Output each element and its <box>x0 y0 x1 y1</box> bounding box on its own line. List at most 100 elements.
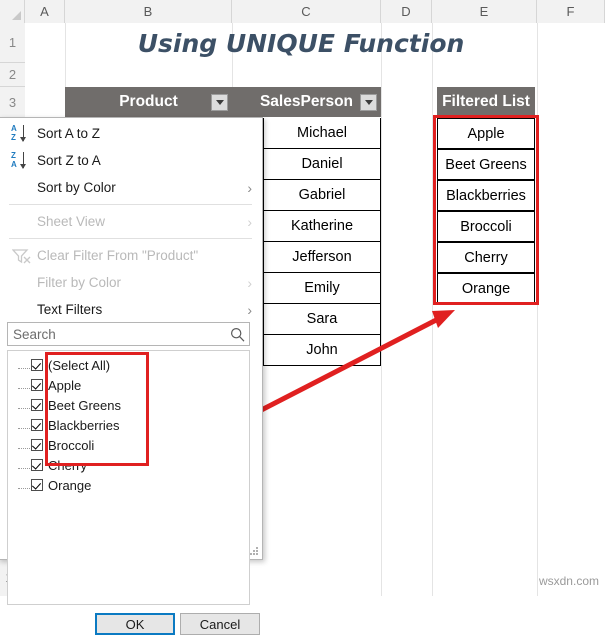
column-header-b[interactable]: B <box>65 0 232 23</box>
checkbox-row-cherry[interactable]: Cherry <box>8 455 249 475</box>
checkbox-label: Cherry <box>48 457 88 473</box>
list-item[interactable]: Beet Greens <box>437 149 535 180</box>
search-input[interactable] <box>8 325 225 343</box>
select-all-corner[interactable] <box>0 0 25 23</box>
menu-item-text-filters[interactable]: Text Filters › <box>0 296 262 323</box>
checkbox-icon[interactable] <box>31 439 43 451</box>
gridline-e-f <box>537 23 538 596</box>
checkbox-icon[interactable] <box>31 359 43 371</box>
table-row[interactable]: Daniel <box>263 149 381 180</box>
tree-line-icon <box>18 448 30 450</box>
tree-line-icon <box>18 468 30 470</box>
watermark: wsxdn.com <box>538 574 599 588</box>
list-item[interactable]: Orange <box>437 273 535 304</box>
checkbox-row-select-all[interactable]: (Select All) <box>8 355 249 375</box>
cell-value: Michael <box>297 125 347 141</box>
table-header-product: Product <box>65 87 232 117</box>
search-icon <box>225 327 249 342</box>
checkbox-icon[interactable] <box>31 479 43 491</box>
checkbox-row-orange[interactable]: Orange <box>8 475 249 495</box>
column-header-f-label: F <box>566 4 575 19</box>
column-header-f[interactable]: F <box>537 0 605 23</box>
cell-value: Katherine <box>290 218 354 234</box>
menu-divider <box>9 204 252 205</box>
checkbox-icon[interactable] <box>31 379 43 391</box>
menu-item-sort-a-to-z[interactable]: AZ Sort A to Z <box>0 120 262 147</box>
checkbox-icon[interactable] <box>31 459 43 471</box>
checkbox-row-blackberries[interactable]: Blackberries <box>8 415 249 435</box>
row-header-1[interactable]: 1 <box>0 23 25 63</box>
page-title: Using UNIQUE Function <box>137 28 465 58</box>
table-row[interactable]: Sara <box>263 304 381 335</box>
cell-value: Broccoli <box>460 218 512 235</box>
cell-value: John <box>306 342 338 358</box>
menu-item-clear-filter: Clear Filter From "Product" <box>0 242 262 269</box>
checkbox-row-apple[interactable]: Apple <box>8 375 249 395</box>
sort-descending-icon: ZA <box>7 151 37 171</box>
checkbox-icon[interactable] <box>31 419 43 431</box>
column-header-e[interactable]: E <box>432 0 537 23</box>
table-header-salesperson-label: SalesPerson <box>259 93 354 110</box>
column-header-a-label: A <box>40 4 49 19</box>
checkbox-label: Orange <box>48 477 92 493</box>
checkbox-label: Broccoli <box>48 437 95 453</box>
chevron-right-icon: › <box>247 179 252 196</box>
table-row[interactable]: Gabriel <box>263 180 381 211</box>
list-item[interactable]: Apple <box>437 118 535 149</box>
column-header-d[interactable]: D <box>381 0 432 23</box>
menu-divider <box>9 238 252 239</box>
clear-filter-icon <box>7 248 37 264</box>
cell-value: Gabriel <box>298 187 346 203</box>
column-header-c-label: C <box>301 4 311 19</box>
sort-ascending-icon: AZ <box>7 124 37 144</box>
list-item[interactable]: Blackberries <box>437 180 535 211</box>
resize-grip-icon[interactable] <box>250 547 259 556</box>
checkbox-row-broccoli[interactable]: Broccoli <box>8 435 249 455</box>
menu-item-label: Filter by Color <box>37 275 122 290</box>
cell-value: Beet Greens <box>445 156 527 173</box>
corner-triangle-icon <box>12 11 21 20</box>
cell-value: Orange <box>461 280 511 297</box>
table-header-product-label: Product <box>119 93 178 110</box>
cell-value: Cherry <box>464 249 508 266</box>
row-header-3-label: 3 <box>8 94 17 110</box>
checkbox-icon[interactable] <box>31 399 43 411</box>
search-box[interactable] <box>7 322 250 346</box>
cell-value: Jefferson <box>292 249 352 265</box>
tree-line-icon <box>18 428 30 430</box>
menu-item-label: Sort by Color <box>37 180 116 195</box>
column-header-e-label: E <box>479 4 489 19</box>
ok-button[interactable]: OK <box>95 613 175 635</box>
menu-item-sort-by-color[interactable]: Sort by Color › <box>0 174 262 201</box>
column-header-c[interactable]: C <box>232 0 381 23</box>
row-header-2[interactable]: 2 <box>0 63 25 87</box>
column-header-a[interactable]: A <box>25 0 65 23</box>
row-header-3[interactable]: 3 <box>0 87 25 118</box>
checkbox-label: (Select All) <box>48 357 111 373</box>
table-header-filtered-list-label: Filtered List <box>442 93 530 110</box>
checkbox-row-beet-greens[interactable]: Beet Greens <box>8 395 249 415</box>
checkbox-label: Apple <box>48 377 82 393</box>
row-header-2-label: 2 <box>8 67 17 82</box>
menu-item-label: Text Filters <box>37 302 103 317</box>
cell-value: Daniel <box>301 156 343 172</box>
menu-item-label: Sheet View <box>37 214 106 229</box>
table-row[interactable]: John <box>263 335 381 366</box>
list-item[interactable]: Cherry <box>437 242 535 273</box>
cancel-button[interactable]: Cancel <box>180 613 260 635</box>
table-row[interactable]: Jefferson <box>263 242 381 273</box>
salesperson-filter-button[interactable] <box>360 94 377 111</box>
gridline-c-d <box>381 23 382 596</box>
cell-value: Blackberries <box>446 187 526 204</box>
menu-item-label: Sort A to Z <box>37 126 101 141</box>
product-filter-button[interactable] <box>211 94 228 111</box>
table-row[interactable]: Emily <box>263 273 381 304</box>
cell-value: Sara <box>306 311 338 327</box>
menu-item-sort-z-to-a[interactable]: ZA Sort Z to A <box>0 147 262 174</box>
table-header-filtered-list: Filtered List <box>437 87 535 117</box>
list-item[interactable]: Broccoli <box>437 211 535 242</box>
table-row[interactable]: Katherine <box>263 211 381 242</box>
table-row[interactable]: Michael <box>263 118 381 149</box>
checkbox-label: Blackberries <box>48 417 120 433</box>
filter-value-list[interactable]: (Select All) Apple Beet Greens Blackberr… <box>7 350 250 605</box>
